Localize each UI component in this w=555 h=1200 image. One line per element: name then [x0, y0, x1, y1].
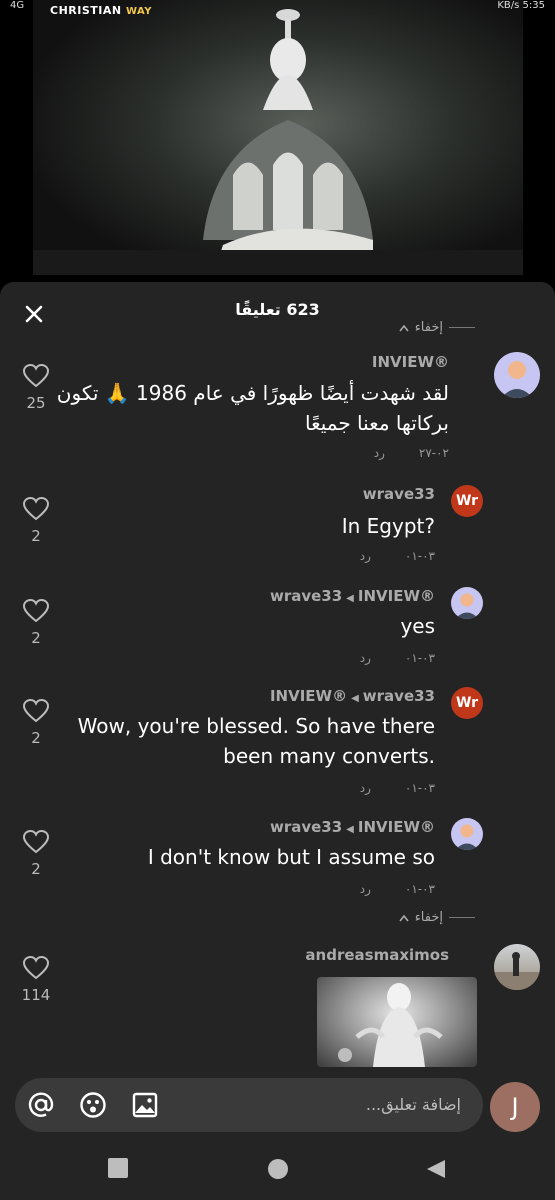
avatar[interactable]: Wr [451, 687, 483, 719]
reply-target: INVIEW® [269, 687, 348, 705]
hide-replies-button[interactable]: إخفاء [399, 320, 475, 335]
network-indicator: 4G [10, 0, 25, 11]
comment-date: ٠٣-٠١ [404, 549, 435, 563]
like-button[interactable]: 2 [20, 599, 52, 647]
comment-image[interactable] [317, 977, 477, 1067]
channel-logo: CHRISTIAN WAY [50, 4, 152, 17]
divider-line [449, 327, 475, 328]
avatar-person-icon [455, 824, 479, 850]
like-count: 25 [26, 394, 46, 412]
like-count: 114 [21, 986, 51, 1004]
comment-username[interactable]: wrave33 ◀ INVIEW® [270, 818, 435, 836]
image-icon[interactable] [131, 1091, 159, 1119]
avatar[interactable] [451, 818, 483, 850]
reply-button[interactable]: رد [360, 882, 371, 896]
reply-arrow-icon: ◀ [351, 693, 359, 704]
like-button[interactable]: 2 [20, 497, 52, 545]
status-right: KB/s 5:35 [497, 0, 545, 11]
hide-label: إخفاء [414, 910, 443, 925]
video-player[interactable]: 4G KB/s 5:35 CHRISTIAN WAY [0, 0, 555, 282]
heart-icon [23, 364, 49, 388]
back-icon[interactable] [425, 1158, 447, 1180]
reply-button[interactable]: رد [374, 446, 385, 460]
user-avatar[interactable]: J [490, 1082, 540, 1132]
like-button[interactable]: 114 [20, 956, 52, 1004]
comment-username[interactable]: INVIEW® ◀ wrave33 [270, 687, 435, 705]
comment-date: ٠٢-٢٧ [418, 446, 449, 460]
heart-icon [23, 956, 49, 980]
like-button[interactable]: 2 [20, 699, 52, 747]
hide-replies-button[interactable]: إخفاء [399, 910, 475, 925]
reply-button[interactable]: رد [360, 781, 371, 795]
heart-icon [23, 830, 49, 854]
avatar[interactable] [451, 587, 483, 619]
comment-text: yes [400, 614, 435, 638]
comment-meta: ٠٣-٠١ رد [360, 882, 435, 896]
video-frame[interactable] [33, 0, 523, 275]
avatar-photo-icon [494, 952, 540, 990]
reply-button[interactable]: رد [360, 651, 371, 665]
reply-author: wrave33 [269, 587, 343, 605]
like-count: 2 [31, 860, 41, 878]
reply-arrow-icon: ◀ [346, 593, 354, 604]
reply-author: wrave33 [269, 818, 343, 836]
comment-username[interactable]: wrave33 ◀ INVIEW® [270, 587, 435, 605]
reply-arrow-icon: ◀ [346, 824, 354, 835]
comment-text: لقد شهدت أيضًا ظهورًا في عام 1986 🙏 تكون… [56, 381, 449, 435]
comment-username[interactable]: INVIEW® [372, 353, 449, 371]
system-nav-bar [0, 1140, 555, 1200]
logo-accent: WAY [125, 6, 153, 17]
home-icon[interactable] [267, 1158, 289, 1180]
heart-icon [23, 699, 49, 723]
comment-text: In Egypt? [341, 514, 435, 538]
avatar[interactable] [494, 352, 540, 398]
comment-input-bar [15, 1078, 483, 1132]
comment-date: ٠٣-٠١ [404, 882, 435, 896]
chevron-up-icon [399, 914, 409, 921]
heart-icon [23, 599, 49, 623]
comment-count-title: 623 تعليقًا [235, 300, 320, 319]
comment-meta: ٠٢-٢٧ رد [374, 446, 449, 460]
avatar-person-icon [455, 593, 479, 619]
comment-date: ٠٣-٠١ [404, 781, 435, 795]
mention-icon[interactable] [27, 1091, 55, 1119]
chevron-up-icon [399, 324, 409, 331]
virgin-mary-image [338, 983, 443, 1067]
like-count: 2 [31, 527, 41, 545]
like-button[interactable]: 2 [20, 830, 52, 878]
comment-input[interactable] [199, 1094, 463, 1115]
recents-icon[interactable] [108, 1158, 128, 1178]
comment-date: ٠٣-٠١ [404, 651, 435, 665]
comment-text: Wow, you're blessed. So have there been … [77, 714, 435, 768]
divider-line [449, 917, 475, 918]
like-count: 2 [31, 729, 41, 747]
like-button[interactable]: 25 [20, 364, 52, 412]
like-count: 2 [31, 629, 41, 647]
reply-target: INVIEW® [357, 818, 435, 836]
comment-meta: ٠٣-٠١ رد [360, 781, 435, 795]
hide-label: إخفاء [414, 320, 443, 335]
comment-text: I don't know but I assume so [147, 845, 435, 869]
church-dome-image [33, 9, 523, 275]
emoji-icon[interactable] [79, 1091, 107, 1119]
avatar-person-icon [501, 361, 533, 398]
reply-button[interactable]: رد [360, 549, 371, 563]
comment-meta: ٠٣-٠١ رد [360, 549, 435, 563]
reply-target: INVIEW® [357, 587, 435, 605]
reply-author: wrave33 [362, 687, 435, 705]
heart-icon [23, 497, 49, 521]
avatar[interactable]: Wr [451, 485, 483, 517]
avatar[interactable] [494, 944, 540, 990]
logo-text: CHRISTIAN [50, 4, 122, 17]
comment-username[interactable]: wrave33 [363, 485, 435, 503]
comment-username[interactable]: andreasmaximos [305, 946, 449, 964]
comment-meta: ٠٣-٠١ رد [360, 651, 435, 665]
comments-sheet: 623 تعليقًا إخفاء INVIEW® لقد شهدت أيضًا… [0, 282, 555, 1200]
